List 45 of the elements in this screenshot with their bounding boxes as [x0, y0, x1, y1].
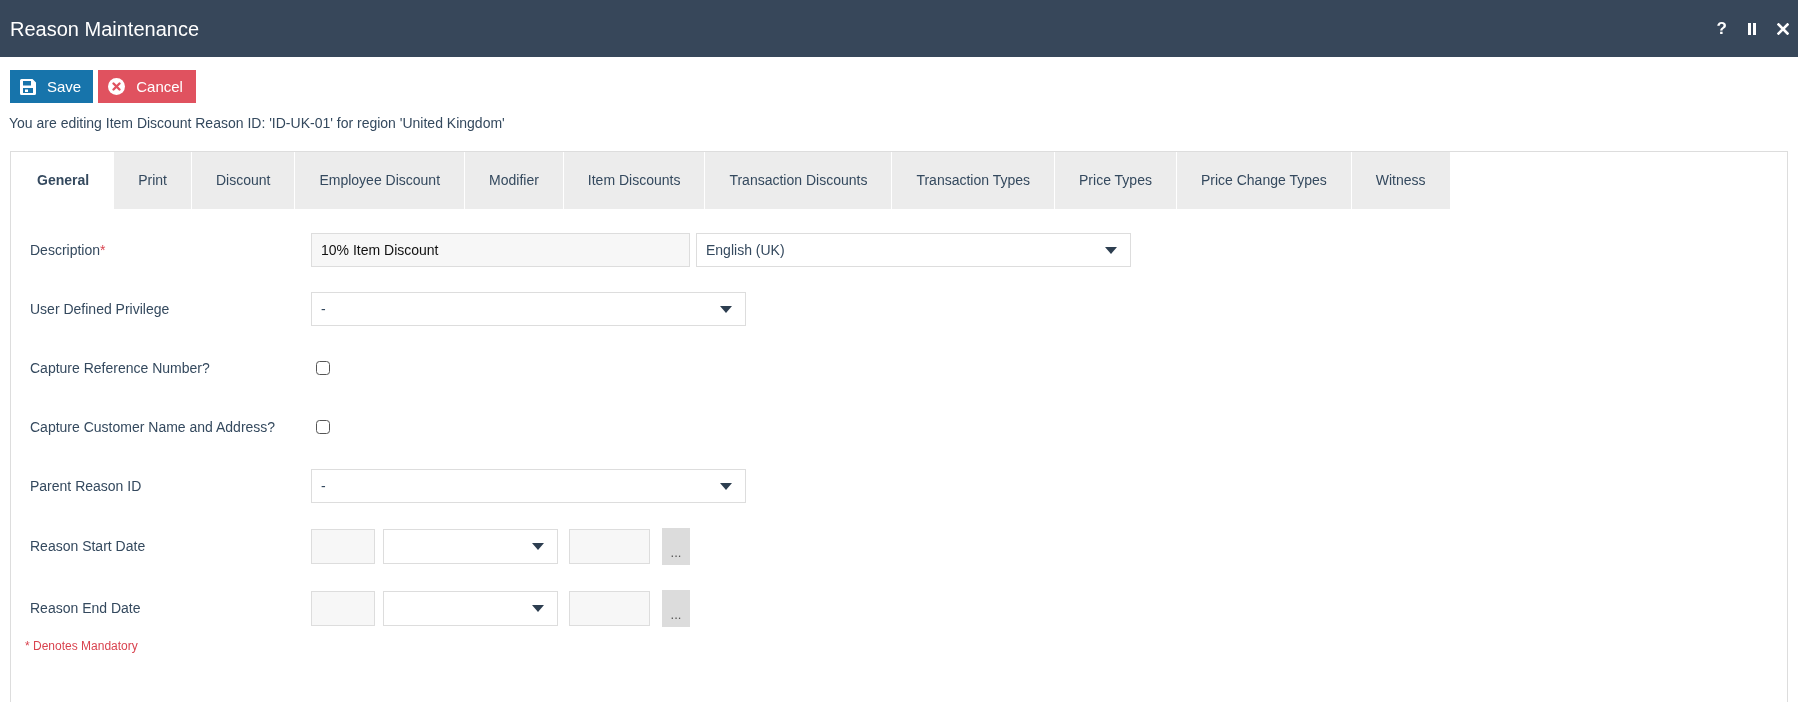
dropdown-field[interactable]: -: [311, 292, 746, 326]
tab[interactable]: Discount: [191, 152, 295, 209]
caret-icon: [720, 305, 732, 313]
field-label: Capture Customer Name and Address?: [30, 417, 277, 437]
caret-icon: [532, 543, 544, 550]
checkbox[interactable]: [316, 420, 330, 434]
caret-icon: [720, 482, 732, 490]
tab[interactable]: Modifier: [465, 152, 563, 209]
help-button[interactable]: ?: [1716, 20, 1727, 37]
x-circle-icon: [108, 78, 126, 95]
close-icon[interactable]: [1777, 22, 1789, 35]
tab[interactable]: Price Change Types: [1176, 152, 1351, 209]
caret-icon: [532, 605, 544, 612]
language-dropdown[interactable]: English (UK): [696, 233, 1131, 267]
tab[interactable]: Print: [114, 152, 191, 209]
input-field[interactable]: [311, 591, 375, 626]
dropdown-field[interactable]: [383, 591, 558, 626]
input-field[interactable]: [569, 529, 650, 564]
field-label: Capture Reference Number?: [30, 358, 211, 378]
input-field[interactable]: [569, 591, 650, 626]
cancel-button[interactable]: Cancel: [98, 70, 196, 103]
tab[interactable]: Transaction Types: [892, 152, 1055, 209]
text-field[interactable]: 10% Item Discount: [311, 233, 690, 267]
dropdown-field[interactable]: [383, 529, 558, 564]
date-picker-button[interactable]: ...: [662, 528, 690, 565]
field-label: User Defined Privilege: [30, 299, 171, 319]
tab[interactable]: Transaction Discounts: [705, 152, 892, 209]
pause-icon[interactable]: [1748, 22, 1756, 35]
tab[interactable]: Item Discounts: [563, 152, 705, 209]
field-label: Description*: [30, 240, 107, 260]
window-title: Reason Maintenance: [10, 16, 199, 41]
input-field[interactable]: [311, 529, 375, 564]
save-button[interactable]: Save: [10, 70, 94, 103]
tab[interactable]: Witness: [1351, 152, 1450, 209]
field-label: Reason Start Date: [30, 537, 147, 556]
tab[interactable]: Employee Discount: [295, 152, 465, 209]
field-label: Parent Reason ID: [30, 476, 143, 496]
caret-icon: [1105, 246, 1117, 254]
dropdown-field[interactable]: -: [311, 469, 746, 503]
field-label: Reason End Date: [30, 599, 142, 618]
editing-notice: You are editing Item Discount Reason ID: 'ID-UK-01' for region 'United Kingdom': [9, 115, 506, 131]
checkbox[interactable]: [316, 361, 330, 375]
date-picker-button[interactable]: ...: [662, 590, 690, 627]
mandatory-note: * Denotes Mandatory: [25, 638, 139, 655]
tab[interactable]: Price Types: [1055, 152, 1176, 209]
